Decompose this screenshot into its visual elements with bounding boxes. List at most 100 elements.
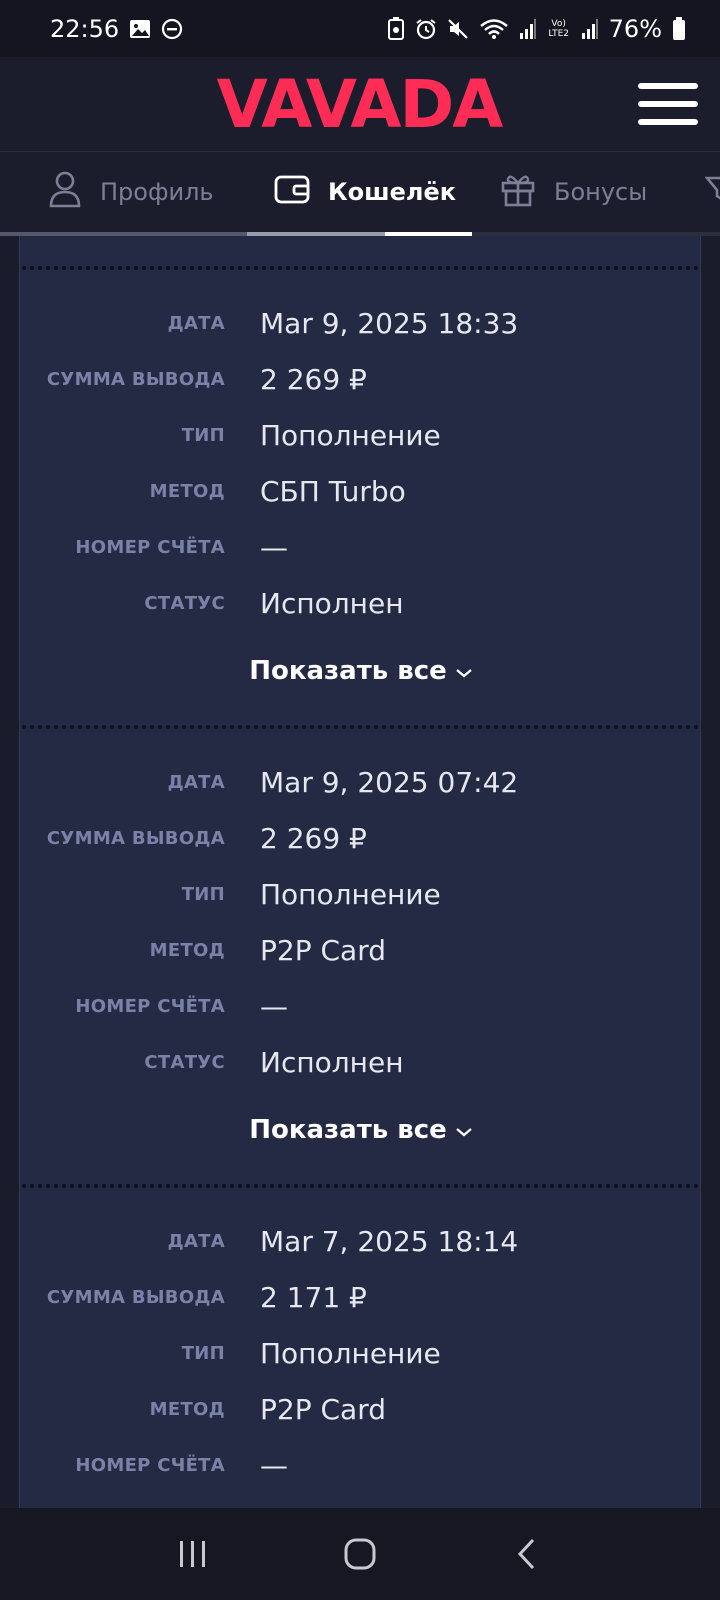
tab-wallet-label: Кошелёк: [328, 178, 457, 206]
label-type: ТИП: [181, 883, 225, 905]
tab-bonuses[interactable]: Бонусы: [500, 152, 647, 232]
menu-icon-line: [638, 101, 698, 107]
value-account: —: [260, 989, 288, 1023]
show-all-label: Показать все: [249, 1115, 447, 1145]
label-status: СТАТУС: [144, 592, 225, 614]
logo-svg: VAVADA: [217, 66, 506, 143]
transaction-row-status: СТАТУС Исполнен: [20, 583, 702, 623]
label-date: ДАТА: [167, 1230, 225, 1252]
recent-apps-button[interactable]: [163, 1524, 223, 1584]
label-account: НОМЕР СЧЁТА: [75, 536, 225, 558]
ticket-divider: [20, 723, 702, 731]
filter-icon: [704, 174, 720, 210]
label-method: МЕТОД: [149, 1398, 225, 1420]
transaction-row-account: НОМЕР СЧЁТА —: [20, 986, 702, 1026]
transactions-list[interactable]: ДАТА Mar 9, 2025 18:33 СУММА ВЫВОДА 2 26…: [0, 236, 720, 1508]
status-time: 22:56: [50, 14, 120, 43]
tab-profile[interactable]: Профиль: [48, 152, 214, 232]
hamburger-menu-button[interactable]: [638, 79, 698, 129]
transaction-row-method: МЕТОД P2P Card: [20, 930, 702, 970]
transaction-row-method: МЕТОД P2P Card: [20, 1389, 702, 1429]
label-type: ТИП: [181, 1342, 225, 1364]
back-button[interactable]: [497, 1524, 557, 1584]
transaction-row-amount: СУММА ВЫВОДА 2 269 ₽: [20, 818, 702, 858]
ticket-divider: [20, 1182, 702, 1190]
tab-bonuses-label: Бонусы: [554, 178, 648, 206]
back-icon: [517, 1538, 534, 1570]
account-tabs: Профиль Кошелёк Бонусы: [0, 152, 720, 236]
value-type: Пополнение: [260, 877, 441, 911]
value-account: —: [260, 530, 288, 564]
show-all-button[interactable]: Показать все: [20, 1115, 702, 1145]
label-date: ДАТА: [167, 312, 225, 334]
tab-more[interactable]: [704, 152, 720, 232]
show-all-button[interactable]: Показать все: [20, 656, 702, 686]
chevron-down-icon: [455, 1115, 473, 1145]
transaction-row-type: ТИП Пополнение: [20, 415, 702, 455]
value-date: Mar 7, 2025 18:14: [260, 1224, 519, 1258]
value-account: —: [260, 1448, 288, 1482]
value-type: Пополнение: [260, 1336, 441, 1370]
show-all-label: Показать все: [249, 656, 447, 686]
home-icon: [344, 1538, 376, 1570]
value-method: P2P Card: [260, 1392, 386, 1426]
transaction-row-type: ТИП Пополнение: [20, 1333, 702, 1373]
status-bar: 22:56 Vo) LTE2 76%: [0, 0, 720, 57]
gallery-icon: [129, 18, 151, 40]
value-date: Mar 9, 2025 18:33: [260, 306, 519, 340]
ticket-divider: [20, 264, 702, 272]
value-date: Mar 9, 2025 07:42: [260, 765, 519, 799]
battery-saver-icon: [387, 16, 405, 41]
home-button[interactable]: [330, 1524, 390, 1584]
label-type: ТИП: [181, 424, 225, 446]
app-header: VAVADA: [0, 57, 720, 152]
battery-icon: [672, 16, 686, 41]
value-status: Исполнен: [260, 1045, 404, 1079]
recent-apps-icon: [180, 1541, 206, 1567]
system-navigation-bar: [0, 1508, 720, 1600]
value-method: СБП Turbo: [260, 474, 406, 508]
wifi-icon: [479, 18, 509, 40]
wallet-icon: [274, 173, 310, 211]
battery-percent: 76%: [608, 14, 662, 43]
transaction-row-date: ДАТА Mar 9, 2025 07:42: [20, 762, 702, 802]
label-amount: СУММА ВЫВОДА: [46, 368, 225, 390]
signal-2-icon: [581, 18, 599, 40]
label-account: НОМЕР СЧЁТА: [75, 995, 225, 1017]
value-status: Исполнен: [260, 586, 404, 620]
logo-text: VAVADA: [217, 72, 504, 134]
do-not-disturb-icon: [161, 18, 183, 40]
menu-icon-line: [638, 119, 698, 125]
label-date: ДАТА: [167, 771, 225, 793]
transaction-row-account: НОМЕР СЧЁТА —: [20, 527, 702, 567]
tab-profile-label: Профиль: [100, 178, 214, 206]
label-method: МЕТОД: [149, 480, 225, 502]
label-account: НОМЕР СЧЁТА: [75, 1454, 225, 1476]
network-label: Vo) LTE2: [548, 18, 569, 39]
transaction-row-amount: СУММА ВЫВОДА 2 171 ₽: [20, 1277, 702, 1317]
mute-icon: [447, 18, 469, 40]
tab-wallet[interactable]: Кошелёк: [274, 152, 456, 232]
label-status: СТАТУС: [144, 1051, 225, 1073]
transaction-row-account: НОМЕР СЧЁТА —: [20, 1445, 702, 1485]
transaction-row-method: МЕТОД СБП Turbo: [20, 471, 702, 511]
value-method: P2P Card: [260, 933, 386, 967]
transaction-row-status: СТАТУС Исполнен: [20, 1042, 702, 1082]
transaction-row-type: ТИП Пополнение: [20, 874, 702, 914]
label-amount: СУММА ВЫВОДА: [46, 1286, 225, 1308]
value-amount: 2 269 ₽: [260, 821, 367, 855]
transaction-row-date: ДАТА Mar 9, 2025 18:33: [20, 303, 702, 343]
transaction-row-amount: СУММА ВЫВОДА 2 269 ₽: [20, 359, 702, 399]
gift-icon: [500, 171, 536, 213]
label-amount: СУММА ВЫВОДА: [46, 827, 225, 849]
signal-icon: [519, 18, 537, 40]
value-amount: 2 171 ₽: [260, 1280, 367, 1314]
chevron-down-icon: [455, 656, 473, 686]
value-amount: 2 269 ₽: [260, 362, 367, 396]
vavada-logo[interactable]: VAVADA: [172, 66, 547, 143]
value-type: Пополнение: [260, 418, 441, 452]
user-icon: [48, 170, 82, 214]
alarm-icon: [415, 18, 437, 40]
label-method: МЕТОД: [149, 939, 225, 961]
menu-icon-line: [638, 83, 698, 89]
